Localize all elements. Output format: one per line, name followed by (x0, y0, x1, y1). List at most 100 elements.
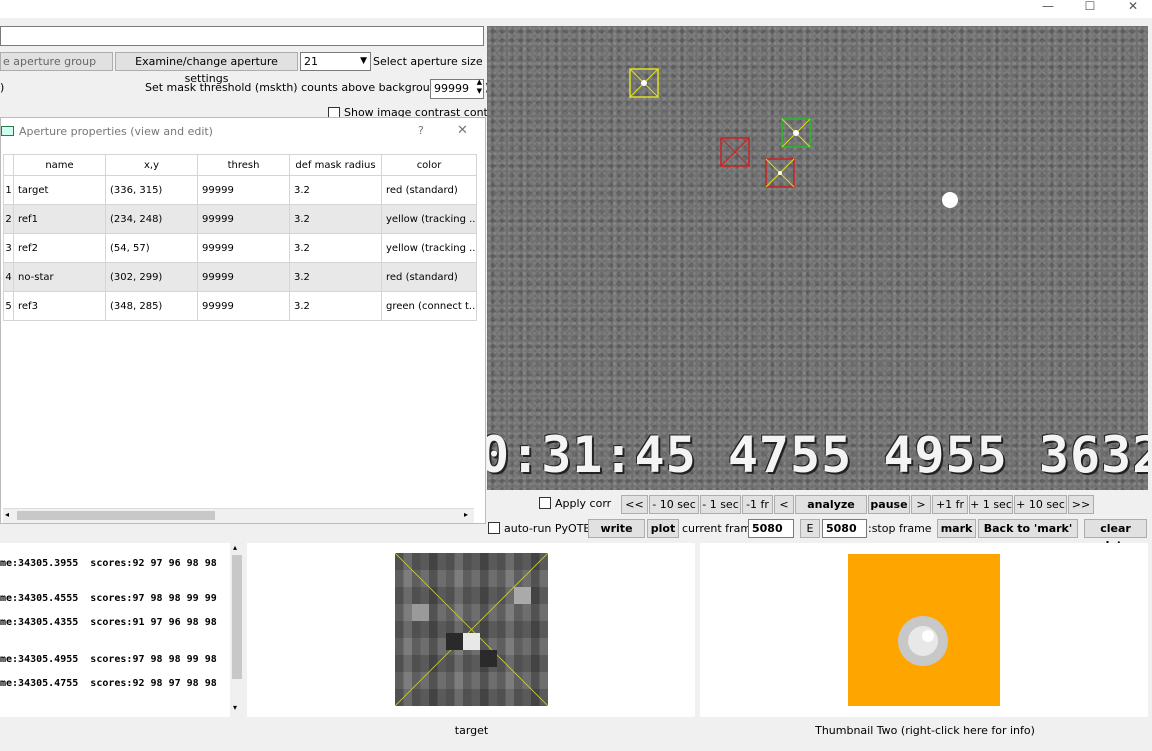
cell-thresh[interactable]: 99999 (197, 175, 290, 205)
aperture-ref3[interactable] (781, 118, 811, 148)
aperture-size-label: Select aperture size (373, 55, 483, 68)
cell-xy[interactable]: (348, 285) (105, 291, 198, 321)
log-line: me:34305.3955 scores:92 97 96 98 98 (0, 558, 217, 569)
cell-thresh[interactable]: 99999 (197, 291, 290, 321)
scroll-up-icon[interactable]: ▴ (233, 543, 237, 552)
plus-1-fr-button[interactable]: +1 fr (932, 495, 968, 514)
cell-xy[interactable]: (54, 57) (105, 233, 198, 263)
cell-radius[interactable]: 3.2 (289, 175, 382, 205)
aperture-target[interactable] (765, 158, 795, 188)
text-input-top[interactable] (0, 26, 484, 46)
dialog-title-bar: Aperture properties (view and edit) ? ✕ (1, 118, 485, 146)
maximize-icon[interactable]: ☐ (1075, 0, 1105, 18)
aperture-size-select[interactable]: 21 ▼ (300, 52, 371, 71)
cell-name[interactable]: no-star (13, 262, 106, 292)
table-row[interactable]: 5 ref3 (348, 285) 99999 3.2 green (conne… (3, 291, 477, 321)
row-number: 3 (3, 233, 14, 263)
cell-color[interactable]: yellow (tracking ... (381, 204, 477, 234)
mask-threshold-spinbox[interactable]: 99999 ▲ ▼ (430, 78, 484, 99)
log-vertical-scrollbar[interactable]: ▴ ▾ (230, 543, 244, 717)
column-header[interactable]: name (13, 154, 106, 176)
cell-name[interactable]: ref1 (13, 204, 106, 234)
plus-10-sec-button[interactable]: + 10 sec (1014, 495, 1067, 514)
auto-run-pyote-checkbox[interactable] (488, 522, 500, 534)
back-1-button[interactable]: < (774, 495, 794, 514)
scroll-down-icon[interactable]: ▾ (233, 703, 237, 712)
log-line: me:34305.4555 scores:97 98 98 99 99 (0, 593, 217, 604)
aperture-ref2[interactable] (629, 68, 659, 98)
main-image-view[interactable]: 0:31:45 4755 4955 3632 (487, 26, 1148, 490)
column-header[interactable]: thresh (197, 154, 290, 176)
cell-color[interactable]: red (standard) (381, 175, 477, 205)
write-csv-button[interactable]: write csv (588, 519, 645, 552)
cell-thresh[interactable]: 99999 (197, 204, 290, 234)
horizontal-scrollbar[interactable]: ◂ ▸ (3, 508, 474, 523)
chevron-down-icon: ▼ (360, 56, 367, 66)
scroll-left-icon[interactable]: ◂ (5, 510, 9, 519)
aperture-group-button[interactable]: e aperture group (0, 52, 113, 71)
cell-name[interactable]: target (13, 175, 106, 205)
thumbnail-one-caption[interactable]: target (395, 724, 548, 737)
minus-1-sec-button[interactable]: - 1 sec (700, 495, 741, 514)
cell-radius[interactable]: 3.2 (289, 204, 382, 234)
dialog-title: Aperture properties (view and edit) (19, 125, 213, 138)
cell-radius[interactable]: 3.2 (289, 291, 382, 321)
fwd-1-button[interactable]: > (911, 495, 931, 514)
log-line: me:34305.4355 scores:91 97 96 98 98 (0, 617, 217, 628)
minus-1-fr-button[interactable]: -1 fr (742, 495, 773, 514)
fwd-10-button[interactable]: >> (1068, 495, 1094, 514)
back-to-mark-button[interactable]: Back to 'mark' (978, 519, 1078, 538)
analyze-button[interactable]: analyze (795, 495, 867, 514)
scroll-right-icon[interactable]: ▸ (464, 510, 468, 519)
current-frame-input[interactable]: 5080 (748, 519, 794, 538)
plot-button[interactable]: plot (647, 519, 679, 538)
mark-button[interactable]: mark (937, 519, 976, 538)
aperture-no-star[interactable] (720, 137, 750, 167)
cell-xy[interactable]: (234, 248) (105, 204, 198, 234)
cell-color[interactable]: green (connect t... (381, 291, 477, 321)
apply-corr-checkbox[interactable] (539, 497, 551, 509)
dialog-close-icon[interactable]: ✕ (457, 124, 468, 138)
scrollbar-thumb[interactable] (17, 511, 215, 520)
table-row[interactable]: 2 ref1 (234, 248) 99999 3.2 yellow (trac… (3, 204, 477, 234)
mask-threshold-value: 99999 (434, 82, 469, 95)
cell-color[interactable]: yellow (tracking ... (381, 233, 477, 263)
thumbnail-one-image[interactable] (395, 553, 548, 706)
clear-data-button[interactable]: clear data (1084, 519, 1147, 552)
cell-name[interactable]: ref2 (13, 233, 106, 263)
minus-10-sec-button[interactable]: - 10 sec (649, 495, 699, 514)
cell-radius[interactable]: 3.2 (289, 262, 382, 292)
row-number: 4 (3, 262, 14, 292)
column-header[interactable]: def mask radius (289, 154, 382, 176)
cell-xy[interactable]: (336, 315) (105, 175, 198, 205)
log-line: me:34305.4955 scores:97 98 98 99 98 (0, 654, 217, 665)
cell-color[interactable]: red (standard) (381, 262, 477, 292)
column-header[interactable]: x,y (105, 154, 198, 176)
cell-name[interactable]: ref3 (13, 291, 106, 321)
cell-radius[interactable]: 3.2 (289, 233, 382, 263)
cell-xy[interactable]: (302, 299) (105, 262, 198, 292)
left-fragment: ) (0, 81, 5, 94)
corner-header (3, 154, 14, 176)
scrollbar-thumb[interactable] (232, 555, 242, 679)
help-icon[interactable]: ? (418, 124, 424, 138)
pause-button[interactable]: pause (868, 495, 910, 514)
stop-frame-input[interactable]: 5080 (822, 519, 867, 538)
minimize-icon[interactable]: — (1033, 0, 1063, 18)
close-icon[interactable]: ✕ (1118, 0, 1148, 18)
plus-1-sec-button[interactable]: + 1 sec (969, 495, 1013, 514)
spin-arrows-icon[interactable]: ▲ ▼ (477, 78, 482, 96)
log-output[interactable]: me:34305.3955 scores:92 97 96 98 98 me:3… (0, 543, 244, 717)
cell-thresh[interactable]: 99999 (197, 262, 290, 292)
cell-thresh[interactable]: 99999 (197, 233, 290, 263)
column-header[interactable]: color (381, 154, 477, 176)
examine-aperture-settings-button[interactable]: Examine/change aperture settings (115, 52, 298, 85)
e-button[interactable]: E (800, 519, 820, 538)
table-row[interactable]: 4 no-star (302, 299) 99999 3.2 red (stan… (3, 262, 477, 292)
log-line: me:34305.4755 scores:92 98 97 98 98 (0, 678, 217, 689)
table-row[interactable]: 3 ref2 (54, 57) 99999 3.2 yellow (tracki… (3, 233, 477, 263)
back-10-button[interactable]: << (621, 495, 648, 514)
table-row[interactable]: 1 target (336, 315) 99999 3.2 red (stand… (3, 175, 477, 205)
thumbnail-two-caption[interactable]: Thumbnail Two (right-click here for info… (760, 724, 1090, 737)
thumbnail-two-image[interactable] (848, 554, 1000, 706)
